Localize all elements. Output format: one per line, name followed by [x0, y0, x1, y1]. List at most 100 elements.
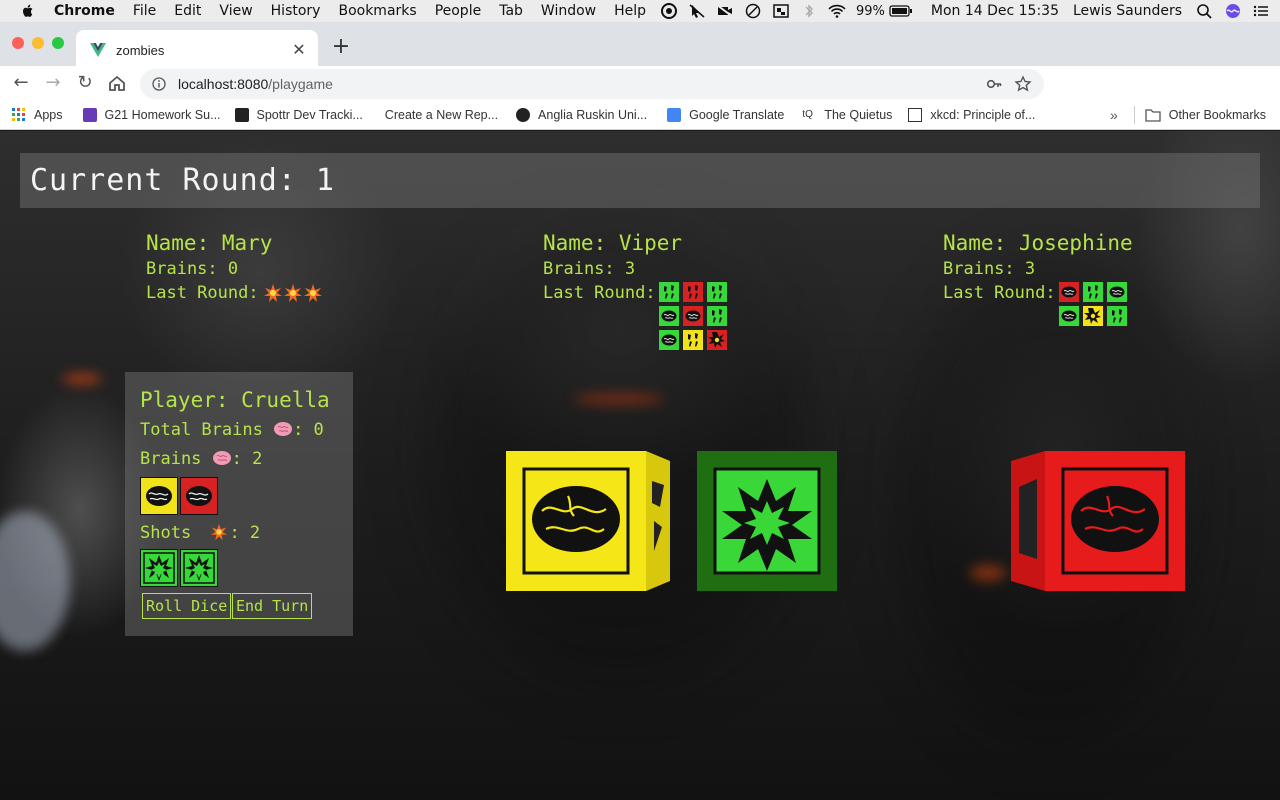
- bookmark-anglia-ruskin[interactable]: Anglia Ruskin Uni...: [516, 107, 648, 122]
- mini-die-green-brain: [1057, 305, 1080, 327]
- current-round-bar: Current Round: 1: [20, 153, 1260, 208]
- roll-dice-button[interactable]: Roll Dice: [142, 593, 232, 619]
- url-text[interactable]: localhost:8080/playgame: [178, 76, 333, 92]
- menu-file[interactable]: File: [133, 3, 156, 19]
- bookmark-label: Create a New Rep...: [384, 107, 499, 122]
- zombie-eyes: [62, 374, 102, 384]
- siri-icon[interactable]: [1224, 3, 1242, 19]
- screen-record-icon[interactable]: [660, 3, 678, 19]
- opponent-mary: Name: Mary Brains: 0 Last Round:: [146, 231, 323, 307]
- bookmarks-overflow-icon[interactable]: »: [1110, 107, 1118, 123]
- menu-window[interactable]: Window: [541, 3, 596, 19]
- video-off-icon[interactable]: [716, 3, 734, 19]
- bookmark-label: G21 Homework Su...: [104, 107, 221, 122]
- site-info-icon[interactable]: [152, 77, 166, 91]
- menu-tab[interactable]: Tab: [499, 3, 523, 19]
- bookmark-label: xkcd: Principle of...: [930, 107, 1036, 122]
- separator: [1133, 106, 1135, 124]
- wifi-icon[interactable]: [828, 3, 846, 19]
- player-die-green-shot: [140, 549, 178, 587]
- password-key-icon[interactable]: [986, 76, 1002, 92]
- mini-die-green-feet: [1081, 281, 1104, 303]
- address-bar[interactable]: localhost:8080/playgame: [140, 69, 1044, 99]
- mini-die-red-brain: [681, 305, 704, 327]
- xkcd-icon: [908, 107, 923, 122]
- new-tab-button[interactable]: +: [330, 36, 352, 58]
- apps-grid-icon: [12, 107, 25, 121]
- last-round-dice: [1057, 281, 1128, 327]
- aru-icon: [516, 107, 531, 122]
- window-fullscreen-button[interactable]: [52, 37, 64, 49]
- trello-icon: [234, 107, 249, 122]
- explosion-icon: [263, 284, 282, 302]
- mini-die-red-shot: [705, 329, 728, 351]
- bookmark-g21-homework[interactable]: G21 Homework Su...: [82, 107, 221, 122]
- forms-icon: [82, 107, 97, 122]
- menubar-user[interactable]: Lewis Saunders: [1073, 3, 1182, 19]
- menubar-clock[interactable]: Mon 14 Dec 15:35: [931, 3, 1059, 19]
- mini-die-green-brain: [657, 305, 680, 327]
- opponent-last-round: Last Round:: [543, 281, 728, 351]
- reload-button[interactable]: ↻: [74, 72, 96, 94]
- tab-title: zombies: [116, 42, 165, 58]
- total-brains: Total Brains : 0: [140, 420, 324, 440]
- bookmark-label: Apps: [34, 107, 63, 122]
- tab-zombies[interactable]: zombies ✕: [76, 30, 318, 70]
- opponent-name: Name: Mary: [146, 231, 273, 255]
- menu-help[interactable]: Help: [614, 3, 646, 19]
- battery-icon[interactable]: [889, 3, 913, 19]
- mini-die-green-feet: [705, 281, 728, 303]
- bookmark-xkcd[interactable]: xkcd: Principle of...: [908, 107, 1036, 122]
- bluetooth-icon[interactable]: [800, 3, 818, 19]
- explosion-icon: [283, 284, 302, 302]
- back-button[interactable]: ←: [10, 72, 32, 94]
- window-close-button[interactable]: [12, 37, 24, 49]
- menu-edit[interactable]: Edit: [174, 3, 201, 19]
- rolled-die-red-brain: [1011, 451, 1185, 591]
- explosion-icon: [211, 523, 228, 541]
- do-not-disturb-icon[interactable]: [744, 3, 762, 19]
- menu-people[interactable]: People: [435, 3, 482, 19]
- opponent-brains: Brains: 3: [943, 259, 1036, 279]
- other-bookmarks[interactable]: Other Bookmarks: [1169, 108, 1266, 122]
- end-turn-button[interactable]: End Turn: [232, 593, 313, 619]
- opponent-viper: Name: Viper Brains: 3 Last Round:: [543, 231, 728, 355]
- forward-button[interactable]: →: [42, 72, 64, 94]
- spotlight-search-icon[interactable]: [1196, 3, 1214, 19]
- bookmark-spottr[interactable]: Spottr Dev Tracki...: [234, 107, 363, 122]
- tab-close-icon[interactable]: ✕: [290, 41, 308, 59]
- brains-label: Brains: [140, 449, 202, 469]
- opponent-brains: Brains: 3: [543, 259, 636, 279]
- apple-logo-icon[interactable]: [20, 3, 36, 19]
- opponent-name: Name: Josephine: [943, 231, 1133, 255]
- bookmark-apps[interactable]: Apps: [12, 107, 63, 122]
- opponent-brains: Brains: 0: [146, 259, 239, 279]
- total-brains-label: Total Brains: [140, 420, 263, 440]
- home-icon[interactable]: [106, 72, 128, 94]
- mini-die-red-feet: [681, 281, 704, 303]
- round-brains: Brains : 2: [140, 449, 262, 469]
- tab-strip: zombies ✕ +: [0, 22, 1280, 70]
- screen-mirroring-icon[interactable]: [772, 3, 790, 19]
- player-die-green-shot: [180, 549, 218, 587]
- brains-value: : 2: [231, 449, 263, 469]
- bookmark-label: Google Translate: [689, 107, 785, 122]
- bookmark-the-quietus[interactable]: tQ The Quietus: [802, 108, 892, 122]
- bookmark-google-translate[interactable]: Google Translate: [667, 107, 785, 122]
- bookmark-star-icon[interactable]: [1014, 75, 1032, 93]
- notification-center-icon[interactable]: [1252, 3, 1270, 19]
- bookmark-label: Anglia Ruskin Uni...: [538, 107, 648, 122]
- background-light: [0, 511, 70, 651]
- last-round-blasts: [263, 283, 323, 303]
- window-minimize-button[interactable]: [32, 37, 44, 49]
- menu-view[interactable]: View: [219, 3, 252, 19]
- cursor-off-icon[interactable]: [688, 3, 706, 19]
- last-round-label: Last Round:: [146, 283, 259, 303]
- menu-history[interactable]: History: [271, 3, 321, 19]
- menu-app-chrome[interactable]: Chrome: [54, 3, 115, 19]
- mini-die-green-feet: [1105, 305, 1128, 327]
- menu-bookmarks[interactable]: Bookmarks: [338, 3, 416, 19]
- bookmark-create-repo[interactable]: Create a New Rep...: [385, 108, 498, 122]
- last-round-dice: [657, 281, 728, 351]
- browser-toolbar: ← → ↻ localhost:8080/playgame ⋮: [0, 66, 1280, 160]
